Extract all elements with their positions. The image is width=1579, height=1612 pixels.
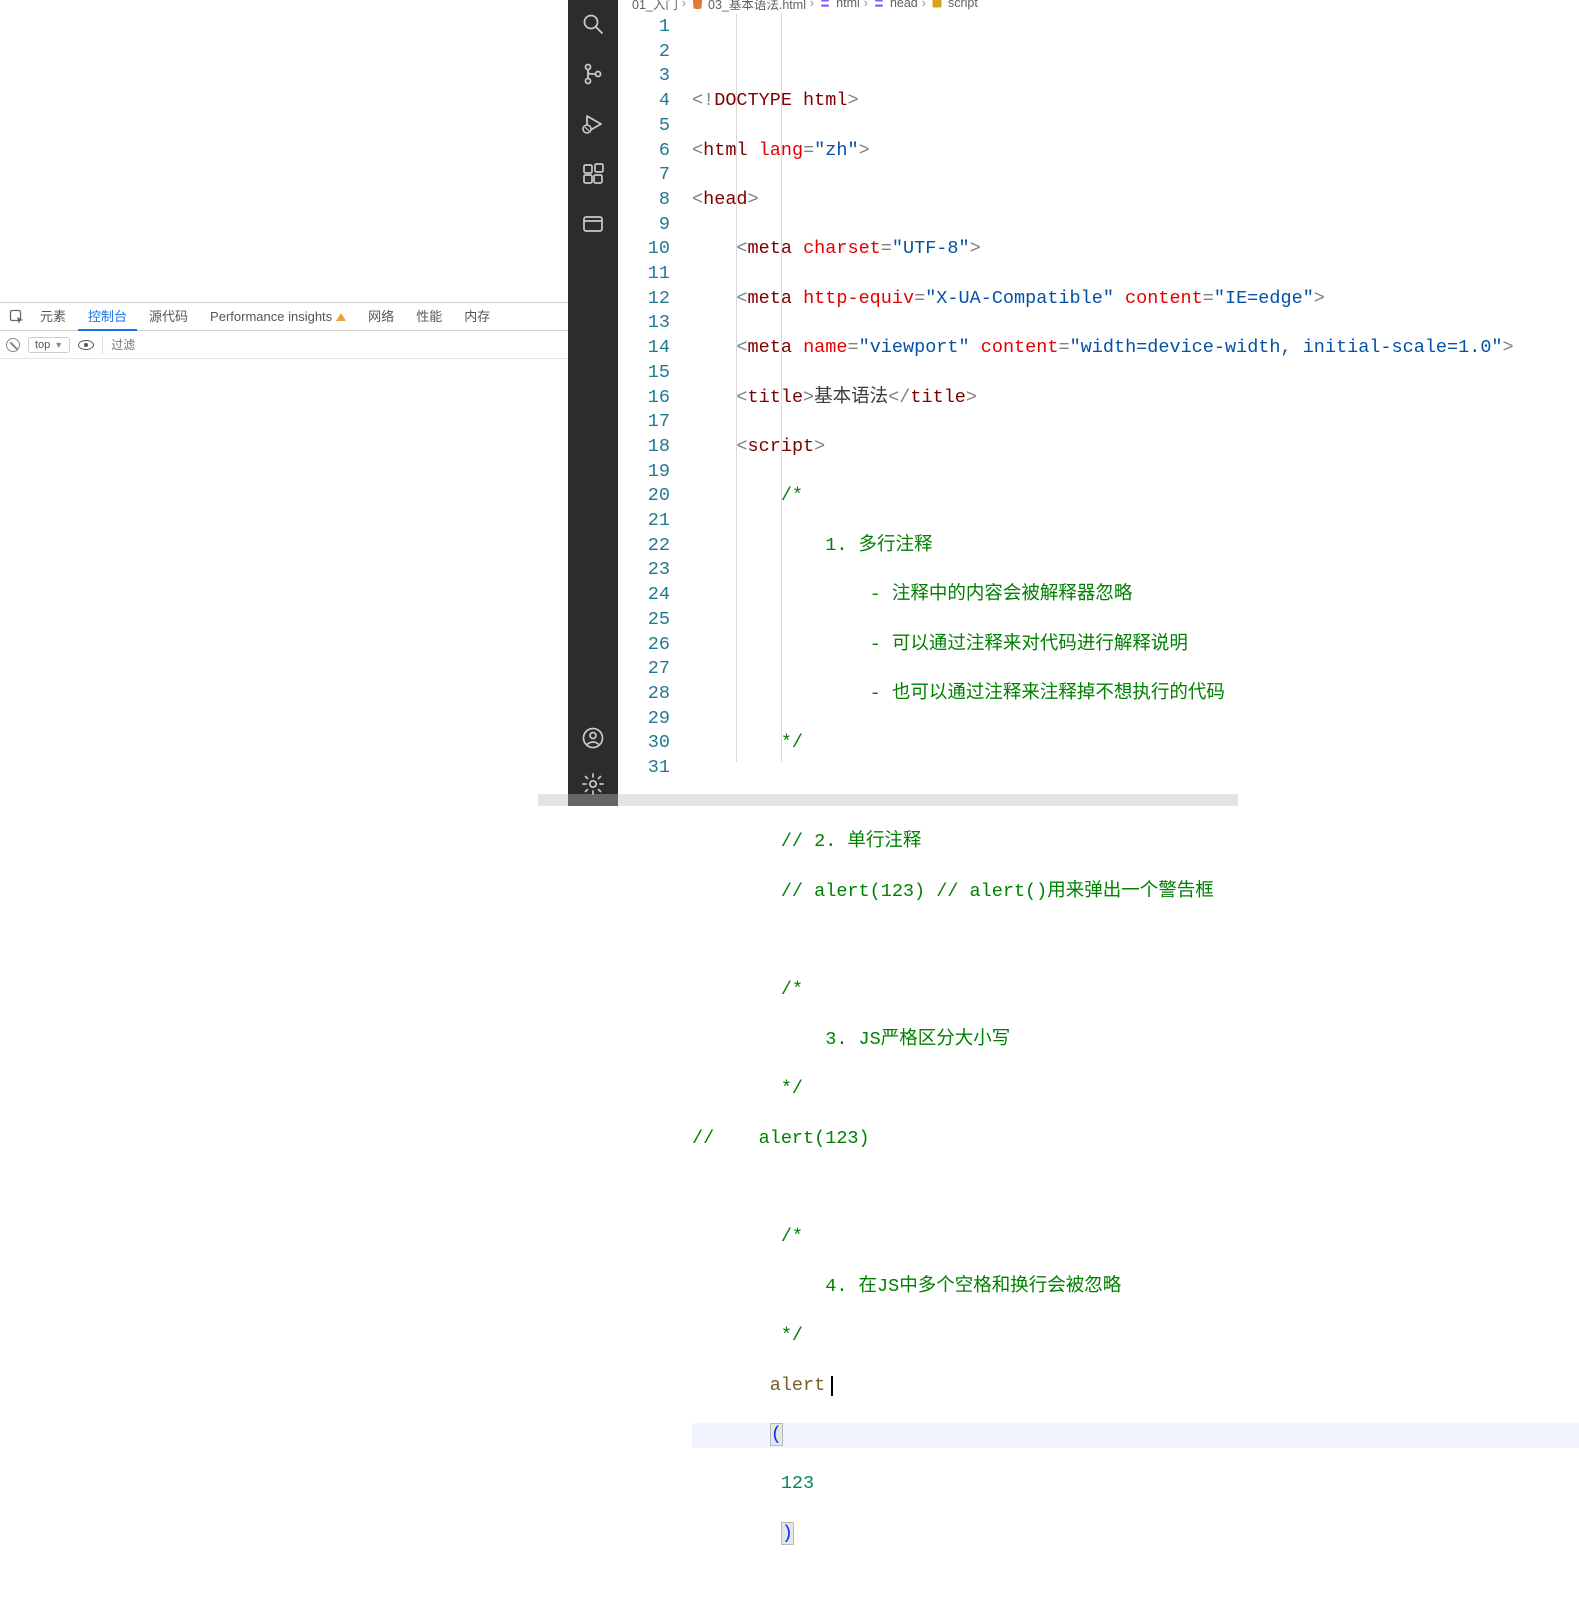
tab-elements[interactable]: 元素 [30, 303, 76, 331]
code-editor[interactable]: 1 2 3 4 5 6 7 8 9 10 11 12 13 14 15 16 1… [618, 14, 1579, 806]
symbol-icon [930, 0, 944, 10]
page-viewport[interactable] [0, 0, 568, 302]
vscode-window: 01_入门 › 03_基本语法.html › html › head › scr… [568, 0, 1579, 806]
chevron-right-icon: › [864, 0, 868, 10]
account-icon[interactable] [579, 724, 607, 752]
breadcrumb-head[interactable]: head [890, 0, 918, 10]
run-debug-icon[interactable] [579, 110, 607, 138]
html-file-icon [690, 0, 704, 10]
caret-down-icon: ▼ [54, 340, 63, 350]
live-expression-icon[interactable] [78, 340, 94, 350]
chevron-right-icon: › [682, 0, 686, 10]
console-output[interactable] [0, 359, 568, 807]
text-cursor [831, 1376, 833, 1396]
breadcrumb-folder[interactable]: 01_入门 [632, 0, 678, 13]
breadcrumb-script[interactable]: script [948, 0, 978, 10]
console-toolbar: top ▼ [0, 331, 568, 359]
editor-area: 01_入门 › 03_基本语法.html › html › head › scr… [618, 0, 1579, 806]
horizontal-scrollbar[interactable] [618, 794, 1579, 806]
context-selector[interactable]: top ▼ [28, 337, 70, 353]
devtools-tab-bar: 元素 控制台 源代码 Performance insights 网络 性能 内存 [0, 303, 568, 331]
activity-bar [568, 0, 618, 806]
source-control-icon[interactable] [579, 60, 607, 88]
code-content[interactable]: <!DOCTYPE html> <html lang="zh"> <head> … [688, 14, 1579, 806]
tab-network[interactable]: 网络 [358, 303, 404, 331]
symbol-icon [818, 0, 832, 10]
breadcrumb-html[interactable]: html [836, 0, 860, 10]
context-label: top [35, 339, 50, 351]
filter-input[interactable] [102, 336, 562, 354]
tab-performance[interactable]: 性能 [406, 303, 452, 331]
scrollbar-thumb[interactable] [538, 794, 1238, 806]
inspect-icon[interactable] [6, 306, 28, 328]
search-icon[interactable] [579, 10, 607, 38]
explorer-icon[interactable] [579, 210, 607, 238]
tab-sources[interactable]: 源代码 [139, 303, 198, 331]
chevron-right-icon: › [810, 0, 814, 10]
tab-console[interactable]: 控制台 [78, 303, 137, 331]
extensions-icon[interactable] [579, 160, 607, 188]
chevron-right-icon: › [922, 0, 926, 10]
breadcrumb-file[interactable]: 03_基本语法.html [708, 0, 806, 13]
symbol-icon [872, 0, 886, 10]
tab-performance-insights[interactable]: Performance insights [200, 303, 356, 331]
clear-console-icon[interactable] [6, 338, 20, 352]
tab-memory[interactable]: 内存 [454, 303, 500, 331]
browser-panel: 元素 控制台 源代码 Performance insights 网络 性能 内存… [0, 0, 568, 806]
breadcrumb[interactable]: 01_入门 › 03_基本语法.html › html › head › scr… [618, 0, 1579, 10]
line-number-gutter: 1 2 3 4 5 6 7 8 9 10 11 12 13 14 15 16 1… [618, 14, 688, 806]
devtools-panel: 元素 控制台 源代码 Performance insights 网络 性能 内存… [0, 302, 568, 806]
